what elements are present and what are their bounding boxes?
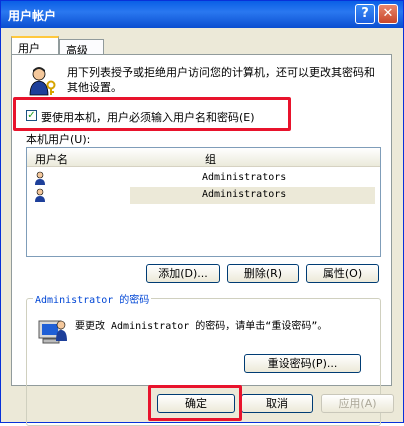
user-icon: [35, 171, 45, 185]
users-keys-icon: [29, 67, 56, 96]
remove-user-button[interactable]: 删除(R): [227, 264, 299, 283]
properties-button[interactable]: 属性(O): [306, 264, 379, 283]
user-computer-icon: [38, 320, 67, 344]
group-cell: Administrators: [202, 172, 287, 183]
panel-description: 用下列表授予或拒绝用户访问您的计算机，还可以更改其密码和其他设置。: [67, 66, 375, 94]
list-header: 用户名 组: [27, 148, 380, 167]
reset-password-button[interactable]: 重设密码(P)...: [244, 354, 361, 373]
highlight-box-checkbox: [13, 97, 291, 131]
cancel-button[interactable]: 取消: [241, 394, 313, 413]
user-icon: [35, 188, 45, 202]
username-cell: [52, 189, 130, 202]
title-bar[interactable]: 用户帐户 ? ✕: [1, 1, 403, 28]
add-user-button[interactable]: 添加(D)...: [146, 264, 220, 283]
group-cell: Administrators: [202, 189, 287, 200]
local-users-label: 本机用户(U):: [26, 133, 91, 146]
users-listview[interactable]: 用户名 组 Administrators Administrators: [26, 147, 381, 257]
user-accounts-dialog: 用户帐户 ? ✕ 用户 高级 用下列表授予或拒绝用户访问您的计算机，还可以更改其…: [0, 0, 404, 426]
table-row[interactable]: Administrators: [27, 187, 380, 204]
password-instruction: 要更改 Administrator 的密码，请单击“重设密码”。: [75, 321, 328, 332]
password-group-title: Administrator 的密码: [33, 291, 152, 306]
column-header-username[interactable]: 用户名: [35, 151, 68, 167]
highlight-box-ok: [148, 385, 242, 421]
help-button[interactable]: ?: [355, 4, 375, 24]
apply-button[interactable]: 应用(A): [321, 394, 394, 413]
column-header-group[interactable]: 组: [205, 151, 216, 167]
window-title: 用户帐户: [8, 9, 57, 23]
table-row[interactable]: Administrators: [27, 170, 380, 187]
username-cell: [52, 172, 130, 185]
close-button[interactable]: ✕: [378, 4, 398, 24]
